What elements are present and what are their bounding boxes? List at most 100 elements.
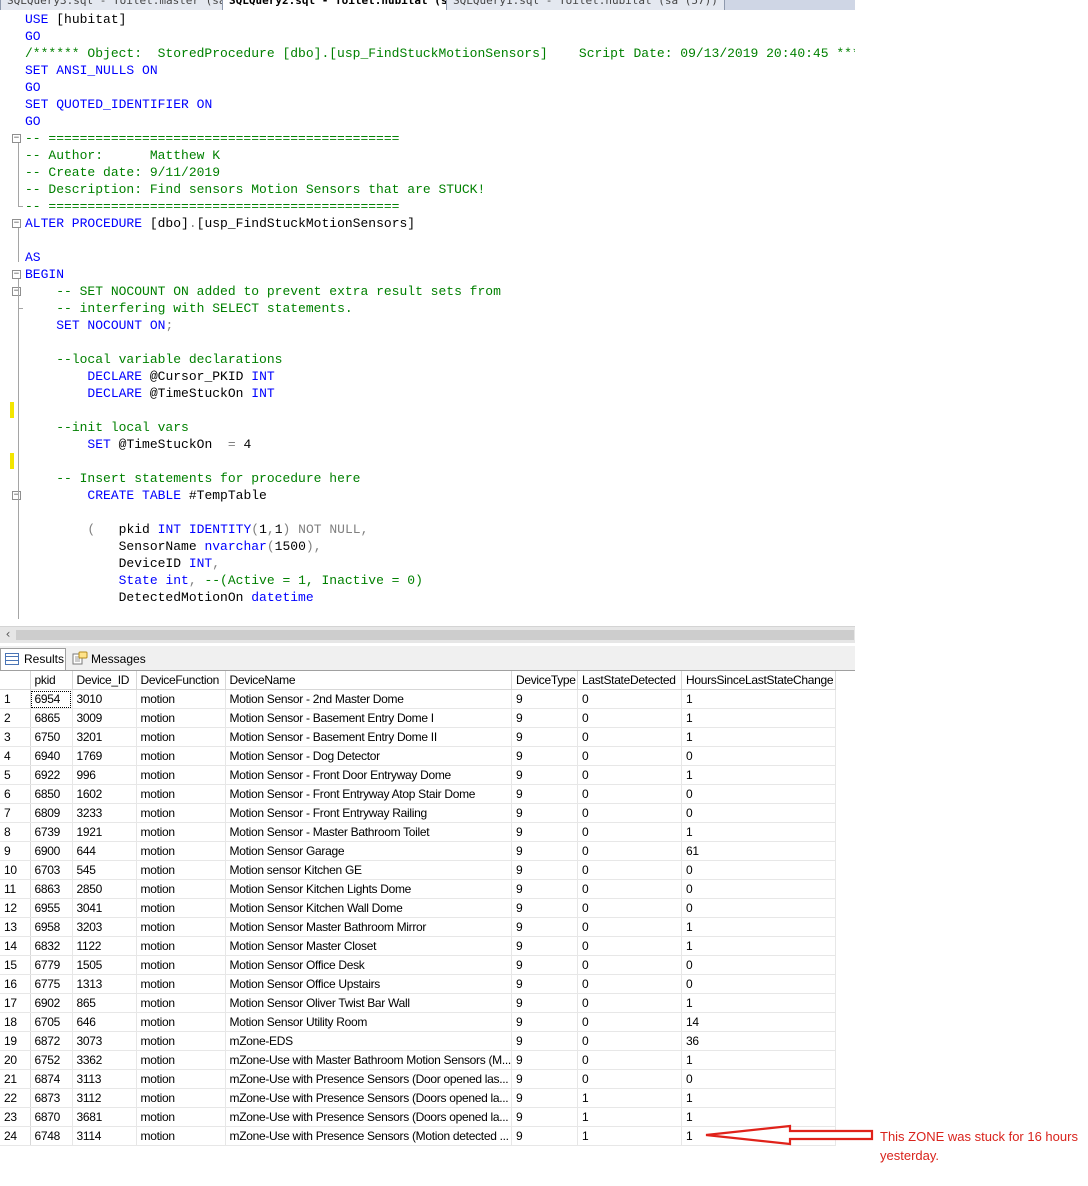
- row-number[interactable]: 15: [0, 955, 31, 975]
- row-number[interactable]: 7: [0, 803, 31, 823]
- table-cell[interactable]: 6955: [30, 898, 73, 918]
- table-cell[interactable]: 1602: [72, 784, 137, 804]
- table-cell[interactable]: 0: [577, 879, 682, 899]
- table-cell[interactable]: 9: [511, 822, 578, 842]
- row-number[interactable]: 6: [0, 784, 31, 804]
- table-cell[interactable]: 3073: [72, 1031, 137, 1051]
- table-cell[interactable]: 3362: [72, 1050, 137, 1070]
- table-cell[interactable]: 6954: [30, 689, 73, 709]
- row-number[interactable]: 20: [0, 1050, 31, 1070]
- table-cell[interactable]: 1: [681, 708, 836, 728]
- table-row[interactable]: 18 6705 646 motion Motion Sensor Utility Roo…: [0, 1012, 836, 1032]
- table-cell[interactable]: 9: [511, 1050, 578, 1070]
- table-cell[interactable]: 0: [577, 860, 682, 880]
- fold-toggle-icon[interactable]: −: [12, 219, 21, 228]
- table-row[interactable]: 19 6872 3073 motion mZone-EDS 9 0 36: [0, 1031, 836, 1051]
- table-cell[interactable]: motion: [136, 727, 226, 747]
- table-cell[interactable]: 644: [72, 841, 137, 861]
- tab-results[interactable]: Results: [0, 648, 66, 670]
- table-row[interactable]: 1 6954 3010 motion Motion Sensor - 2nd Maste…: [0, 689, 836, 709]
- table-cell[interactable]: 0: [577, 727, 682, 747]
- table-cell[interactable]: mZone-Use with Presence Sensors (Door op…: [225, 1069, 512, 1089]
- table-cell[interactable]: motion: [136, 765, 226, 785]
- table-row[interactable]: 20 6752 3362 motion mZone-Use with Master Ba…: [0, 1050, 836, 1070]
- table-cell[interactable]: 9: [511, 1088, 578, 1108]
- table-cell[interactable]: 6809: [30, 803, 73, 823]
- row-number[interactable]: 10: [0, 860, 31, 880]
- code-line[interactable]: State int, --(Active = 1, Inactive = 0): [25, 572, 423, 589]
- code-line[interactable]: ALTER PROCEDURE [dbo].[usp_FindStuckMoti…: [25, 215, 415, 232]
- table-row[interactable]: 17 6902 865 motion Motion Sensor Oliver Twis…: [0, 993, 836, 1013]
- column-header[interactable]: HoursSinceLastStateChange: [681, 671, 836, 690]
- row-number[interactable]: 19: [0, 1031, 31, 1051]
- table-cell[interactable]: 9: [511, 727, 578, 747]
- table-cell[interactable]: 3114: [72, 1126, 137, 1146]
- row-number[interactable]: 8: [0, 822, 31, 842]
- table-cell[interactable]: 1: [681, 936, 836, 956]
- table-cell[interactable]: Motion Sensor - Basement Entry Dome I: [225, 708, 512, 728]
- code-line[interactable]: SET ANSI_NULLS ON: [25, 62, 158, 79]
- scrollbar-thumb[interactable]: [16, 630, 854, 640]
- table-cell[interactable]: 9: [511, 841, 578, 861]
- code-line[interactable]: ( pkid INT IDENTITY(1,1) NOT NULL,: [25, 521, 368, 538]
- fold-toggle-icon[interactable]: −: [12, 134, 21, 143]
- row-number[interactable]: 23: [0, 1107, 31, 1127]
- table-cell[interactable]: 1921: [72, 822, 137, 842]
- table-cell[interactable]: 6873: [30, 1088, 73, 1108]
- table-cell[interactable]: 6705: [30, 1012, 73, 1032]
- table-cell[interactable]: motion: [136, 898, 226, 918]
- table-cell[interactable]: 3009: [72, 708, 137, 728]
- table-cell[interactable]: 9: [511, 689, 578, 709]
- column-header[interactable]: DeviceFunction: [136, 671, 226, 690]
- table-cell[interactable]: 0: [577, 1069, 682, 1089]
- table-cell[interactable]: Motion Sensor Oliver Twist Bar Wall: [225, 993, 512, 1013]
- code-line[interactable]: SET QUOTED_IDENTIFIER ON: [25, 96, 212, 113]
- column-header[interactable]: DeviceType: [511, 671, 578, 690]
- table-cell[interactable]: Motion Sensor - Front Door Entryway Dome: [225, 765, 512, 785]
- table-row[interactable]: 4 6940 1769 motion Motion Sensor - Dog Detec…: [0, 746, 836, 766]
- table-cell[interactable]: Motion Sensor Utility Room: [225, 1012, 512, 1032]
- table-cell[interactable]: motion: [136, 917, 226, 937]
- table-cell[interactable]: 6832: [30, 936, 73, 956]
- table-cell[interactable]: 9: [511, 974, 578, 994]
- code-line[interactable]: CREATE TABLE #TempTable: [25, 487, 266, 504]
- column-header[interactable]: pkid: [30, 671, 73, 690]
- table-cell[interactable]: 6775: [30, 974, 73, 994]
- table-row[interactable]: 14 6832 1122 motion Motion Sensor Master Clo…: [0, 936, 836, 956]
- row-number[interactable]: 18: [0, 1012, 31, 1032]
- table-cell[interactable]: 0: [681, 803, 836, 823]
- table-cell[interactable]: mZone-EDS: [225, 1031, 512, 1051]
- table-cell[interactable]: 6958: [30, 917, 73, 937]
- table-cell[interactable]: 9: [511, 784, 578, 804]
- table-cell[interactable]: 0: [577, 841, 682, 861]
- table-cell[interactable]: 6900: [30, 841, 73, 861]
- table-cell[interactable]: 9: [511, 1069, 578, 1089]
- table-cell[interactable]: 6902: [30, 993, 73, 1013]
- table-cell[interactable]: 1: [681, 727, 836, 747]
- table-cell[interactable]: motion: [136, 803, 226, 823]
- row-number[interactable]: 17: [0, 993, 31, 1013]
- row-number[interactable]: 4: [0, 746, 31, 766]
- table-cell[interactable]: 0: [577, 1031, 682, 1051]
- table-row[interactable]: 7 6809 3233 motion Motion Sensor - Front Ent…: [0, 803, 836, 823]
- table-row[interactable]: 5 6922 996 motion Motion Sensor - Front Door…: [0, 765, 836, 785]
- code-line[interactable]: BEGIN: [25, 266, 64, 283]
- table-row[interactable]: 11 6863 2850 motion Motion Sensor Kitchen Li…: [0, 879, 836, 899]
- table-cell[interactable]: Motion Sensor Kitchen Wall Dome: [225, 898, 512, 918]
- table-cell[interactable]: motion: [136, 1107, 226, 1127]
- table-cell[interactable]: motion: [136, 993, 226, 1013]
- table-row[interactable]: 6 6850 1602 motion Motion Sensor - Front Ent…: [0, 784, 836, 804]
- table-cell[interactable]: motion: [136, 1088, 226, 1108]
- table-cell[interactable]: 0: [681, 898, 836, 918]
- tab-messages[interactable]: Messages: [68, 649, 148, 669]
- scroll-left-icon[interactable]: ‹: [1, 627, 15, 643]
- table-row[interactable]: 9 6900 644 motion Motion Sensor Garage 9 0 61: [0, 841, 836, 861]
- table-cell[interactable]: 6750: [30, 727, 73, 747]
- table-cell[interactable]: Motion Sensor Garage: [225, 841, 512, 861]
- table-cell[interactable]: motion: [136, 708, 226, 728]
- row-number[interactable]: 13: [0, 917, 31, 937]
- table-cell[interactable]: 0: [577, 689, 682, 709]
- table-cell[interactable]: mZone-Use with Master Bathroom Motion Se…: [225, 1050, 512, 1070]
- table-cell[interactable]: motion: [136, 841, 226, 861]
- table-cell[interactable]: 3201: [72, 727, 137, 747]
